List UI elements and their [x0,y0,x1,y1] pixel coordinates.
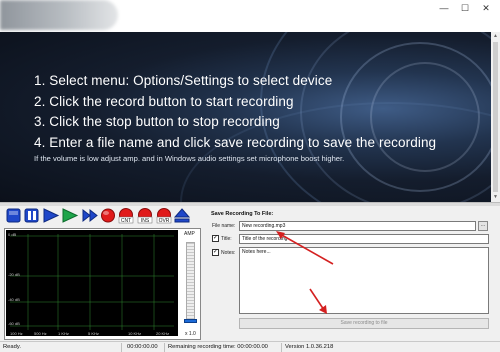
splitter[interactable] [0,202,500,206]
title-bar: — ☐ ✕ [0,0,500,32]
file-name-label: File name: [212,223,236,229]
amp-label: AMP [184,231,195,237]
spectrum-display: 0 dB -20 dB -40 dB -60 dB 100 Hz 500 Hz … [6,230,178,336]
record-button[interactable] [101,208,115,223]
app-window: — ☐ ✕ 1. Select menu: Options/Settings t… [0,0,500,352]
freq-label: 5 KHz [88,331,99,336]
close-button[interactable]: ✕ [477,2,495,14]
status-version: Version 1.0.36.218 [285,344,334,350]
minimize-button[interactable]: — [435,2,453,14]
title-checkbox[interactable]: ✓ [212,235,219,242]
status-remaining: Remaining recording time: 00:00:00.00 [168,344,268,350]
db-label: -60 dB [8,321,20,326]
pause-button[interactable] [24,208,39,223]
maximize-button[interactable]: ☐ [456,2,474,14]
save-recording-button[interactable]: Save recording to file [239,318,489,329]
record-ins-button[interactable]: INS [137,208,153,225]
db-label: -40 dB [8,297,20,302]
record-cnt-button[interactable]: CNT [118,208,134,225]
title-label: Title: [221,236,232,242]
instruction-list: 1. Select menu: Options/Settings to sele… [34,71,436,163]
amp-slider[interactable] [186,242,195,322]
status-ready: Ready. [3,344,21,350]
db-label: 0 dB [8,232,17,237]
transport-toolbar: CNT INS OVR [6,208,191,225]
db-label: -20 dB [8,272,20,277]
freq-label: 10 KHz [128,331,142,336]
annotation-arrow-file [276,231,334,265]
eject-button[interactable] [173,208,191,223]
amp-slider-thumb[interactable] [184,319,197,323]
fast-forward-button[interactable] [82,208,98,223]
play-green-button[interactable] [62,208,79,223]
annotation-arrow-save [309,288,327,314]
freq-label: 1 KHz [58,331,69,336]
ins-label: INS [141,218,150,224]
scroll-down-icon[interactable]: ▼ [492,194,499,201]
scrollbar-thumb[interactable] [493,42,498,192]
stop-button[interactable] [6,208,21,223]
freq-label: 500 Hz [34,331,47,336]
instructions-banner: 1. Select menu: Options/Settings to sele… [0,32,491,202]
app-title-blurred [0,0,118,30]
browse-button[interactable]: ... [478,221,488,231]
freq-label: 20 KHz [156,331,170,336]
instruction-step: 4. Enter a file name and click save reco… [34,134,437,150]
record-ovr-button[interactable]: OVR [156,208,172,225]
instruction-step: 2. Click the record button to start reco… [34,93,294,109]
volume-note: If the volume is low adjust amp. and in … [34,154,345,163]
notes-checkbox[interactable]: ✓ [212,249,219,256]
cnt-label: CNT [121,218,131,224]
banner-scrollbar[interactable]: ▲ ▼ [491,32,500,202]
save-section-title: Save Recording To File: [211,211,274,217]
amp-value: x 1.0 [185,331,196,337]
play-button[interactable] [43,208,60,223]
instruction-step: 3. Click the stop button to stop recordi… [34,114,280,129]
status-time: 00:00:00.00 [127,344,158,350]
status-bar: Ready. 00:00:00.00 Remaining recording t… [0,341,500,352]
instruction-step: 1. Select menu: Options/Settings to sele… [34,73,333,88]
ovr-label: OVR [159,218,170,224]
notes-label: Notes: [221,250,236,256]
freq-label: 100 Hz [10,331,23,336]
scroll-up-icon[interactable]: ▲ [492,33,499,40]
